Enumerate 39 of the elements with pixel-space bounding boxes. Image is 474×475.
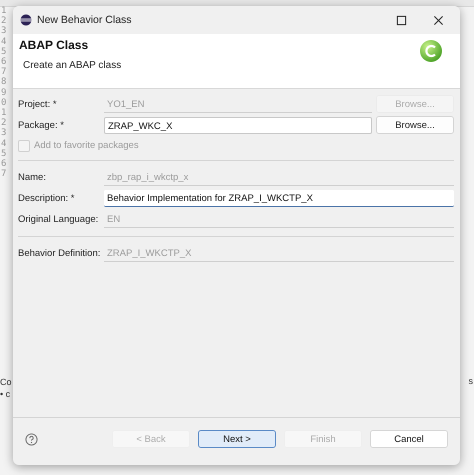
field-label: Behavior Definition:: [18, 248, 102, 258]
window-title: New Behavior Class: [37, 14, 132, 26]
page-title: ABAP Class: [19, 38, 90, 52]
browse-button[interactable]: Browse...: [376, 116, 454, 134]
line-number: 5: [0, 148, 8, 159]
background-text: • c: [0, 388, 12, 400]
line-number: 2: [0, 16, 8, 26]
line-number: 2: [0, 118, 8, 128]
field-label: Description: *: [18, 192, 76, 204]
line-number: 1: [0, 108, 8, 118]
dialog-button[interactable]: Cancel: [370, 430, 448, 448]
class-icon: [419, 39, 443, 63]
line-number: 9: [0, 88, 8, 98]
maximize-icon[interactable]: [396, 14, 407, 26]
field-label: Project: *: [18, 98, 58, 110]
eclipse-icon: [20, 14, 32, 26]
background-text: Co: [0, 376, 12, 388]
line-number: 8: [0, 77, 8, 88]
input-field[interactable]: Behavior Implementation for ZRAP_I_WKCTP_X: [104, 190, 454, 206]
field-label: Original Language:: [18, 214, 100, 224]
field-label: Name:: [18, 172, 47, 182]
background-text: s: [468, 376, 473, 386]
line-number: 7: [0, 67, 8, 78]
line-number: 1: [0, 6, 8, 16]
line-number: 0: [0, 98, 8, 108]
field-label: Package: *: [18, 120, 65, 130]
page-description: Create an ABAP class: [23, 60, 122, 71]
line-number: 3: [0, 128, 8, 139]
line-number: 6: [0, 159, 8, 170]
close-icon[interactable]: [433, 14, 444, 26]
help-icon[interactable]: [25, 432, 38, 446]
dialog-button[interactable]: Next >: [198, 430, 276, 448]
line-number: 7: [0, 169, 8, 180]
line-number: 4: [0, 138, 8, 149]
line-number: 6: [0, 57, 8, 68]
line-number: 4: [0, 36, 8, 47]
input-field[interactable]: ZRAP_WKC_X: [104, 116, 372, 134]
line-number: 5: [0, 46, 8, 57]
line-number: 3: [0, 26, 8, 37]
